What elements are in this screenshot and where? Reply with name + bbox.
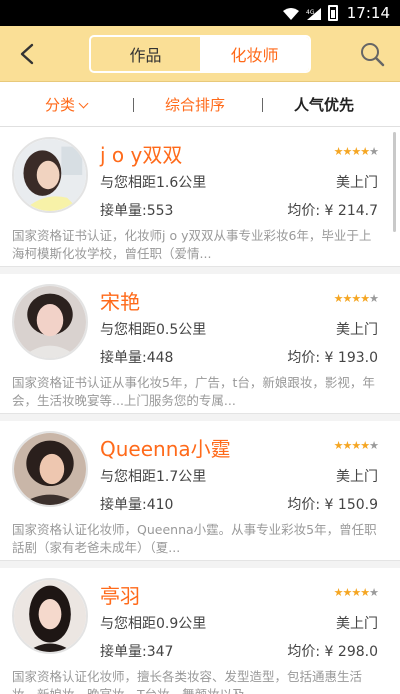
artist-description: 国家资格证书认证从事化妆5年，广告，t台，新娘跟妆，影视，年会，生活妆晚宴等..… — [12, 375, 375, 408]
distance: 与您相距0.5公里 — [100, 322, 207, 338]
service-type: 美上门 — [336, 175, 378, 191]
service-type: 美上门 — [336, 322, 378, 338]
clock: 17:14 — [346, 4, 390, 22]
avatar — [12, 137, 88, 213]
tab-works[interactable]: 作品 — [91, 37, 200, 71]
scrollbar[interactable] — [393, 132, 396, 232]
distance: 与您相距1.6公里 — [100, 175, 207, 191]
artist-card[interactable]: Queenna小霆 ★★★★★ 与您相距1.7公里 美上门 接单量:410 均价… — [0, 421, 400, 561]
divider — [262, 98, 263, 112]
artist-name: Queenna小霆 — [100, 437, 231, 461]
order-count: 接单量:448 — [100, 350, 174, 366]
back-arrow-icon[interactable] — [14, 40, 42, 68]
artist-name: j o y双双 — [100, 143, 183, 167]
segmented-tabs: 作品 化妆师 — [89, 35, 311, 73]
filter-sort-overall[interactable]: 综合排序 — [165, 94, 225, 115]
rating-stars: ★★★★★ — [333, 586, 379, 599]
avatar — [12, 431, 88, 507]
avatar — [12, 578, 88, 654]
service-type: 美上门 — [336, 469, 378, 485]
rating-stars: ★★★★★ — [333, 292, 379, 305]
order-count: 接单量:347 — [100, 644, 174, 660]
svg-text:4G: 4G — [306, 9, 315, 16]
status-icons: 4G — [282, 5, 338, 21]
rating-stars: ★★★★★ — [333, 439, 379, 452]
avatar — [12, 284, 88, 360]
order-count: 接单量:410 — [100, 497, 174, 513]
filter-bar: 分类 综合排序 人气优先 — [0, 82, 400, 127]
artist-description: 国家资格认证化妆师，Queenna小霆。从事专业彩妆5年，曾任职話剧（家有老爸未… — [12, 522, 377, 555]
filter-popularity[interactable]: 人气优先 — [294, 94, 354, 115]
average-price: 均价: ¥ 298.0 — [287, 644, 378, 660]
order-count: 接单量:553 — [100, 203, 174, 219]
service-type: 美上门 — [336, 616, 378, 632]
artist-name: 亭羽 — [100, 584, 140, 608]
filter-category-label: 分类 — [45, 96, 76, 114]
rating-stars: ★★★★★ — [333, 145, 379, 158]
battery-icon — [328, 5, 338, 21]
average-price: 均价: ¥ 193.0 — [287, 350, 378, 366]
chevron-down-icon — [78, 98, 89, 109]
artist-description: 国家资格证书认证，化妆师j o y双双从事专业彩妆6年，毕业于上海柯模斯化妆学校… — [12, 228, 372, 261]
distance: 与您相距1.7公里 — [100, 469, 207, 485]
top-nav: 作品 化妆师 — [0, 26, 400, 82]
artist-card[interactable]: 宋艳 ★★★★★ 与您相距0.5公里 美上门 接单量:448 均价: ¥ 193… — [0, 274, 400, 414]
status-bar: 4G 17:14 — [0, 0, 400, 26]
average-price: 均价: ¥ 150.9 — [287, 497, 378, 513]
tab-makeup-artists[interactable]: 化妆师 — [200, 37, 309, 71]
search-icon[interactable] — [358, 40, 386, 68]
wifi-icon — [283, 8, 299, 20]
filter-category[interactable]: 分类 — [45, 94, 89, 115]
artist-name: 宋艳 — [100, 290, 140, 314]
average-price: 均价: ¥ 214.7 — [287, 203, 378, 219]
signal-icon: 4G — [306, 8, 321, 20]
artist-card[interactable]: j o y双双 ★★★★★ 与您相距1.6公里 美上门 接单量:553 均价: … — [0, 127, 400, 267]
artist-description: 国家资格认证化妆师，擅长各类妆容、发型造型，包括通惠生活妆、新娘妆、晚宴妆、T台… — [12, 669, 363, 694]
artist-card[interactable]: 亭羽 ★★★★★ 与您相距0.9公里 美上门 接单量:347 均价: ¥ 298… — [0, 568, 400, 694]
distance: 与您相距0.9公里 — [100, 616, 207, 632]
divider — [133, 98, 134, 112]
